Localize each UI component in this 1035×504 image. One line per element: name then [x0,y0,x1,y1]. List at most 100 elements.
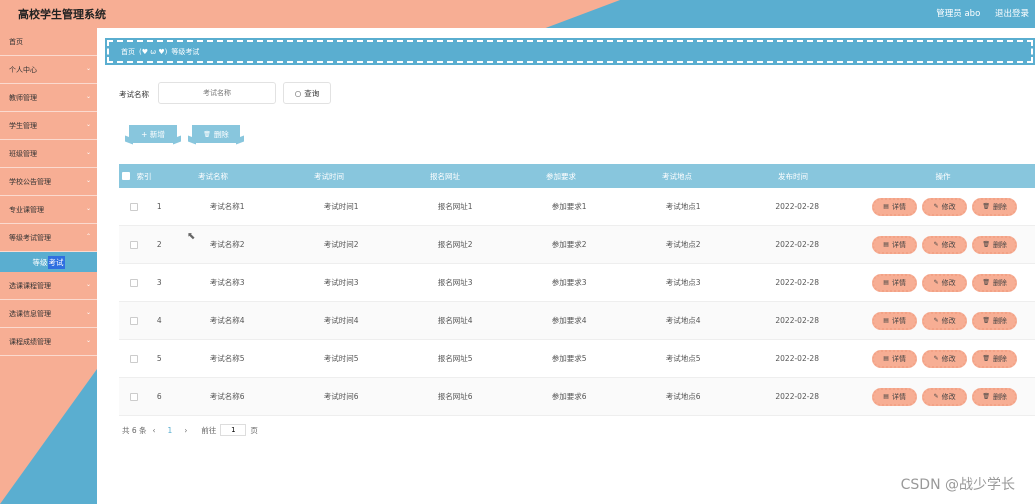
edit-button[interactable]: ✎ 修改 [922,235,968,254]
sidebar-item[interactable]: 班级管理 ⌄ [0,140,97,168]
goto-page-input[interactable] [220,424,247,436]
sidebar-subitem-level-exam[interactable]: 等级 考试 [0,252,97,272]
table-cell: 4 [156,316,162,325]
row-checkbox[interactable] [129,354,138,363]
edit-icon: ✎ [933,355,939,362]
detail-icon: ▤ [883,317,889,324]
detail-label: 详情 [891,278,906,287]
pagination: 共 6 条 ‹ 1 › 前往 页 [122,424,258,436]
sidebar-item-label: 个人中心 [9,65,37,74]
table-cell: 考试名称4 [209,316,245,325]
detail-button[interactable]: ▤ 详情 [872,235,918,254]
detail-button[interactable]: ▤ 详情 [872,273,918,292]
edit-icon: ✎ [933,241,939,248]
edit-label: 修改 [941,392,956,401]
edit-icon: ✎ [933,203,939,210]
table-cell: 2022-02-28 [775,278,819,287]
edit-button[interactable]: ✎ 修改 [922,311,968,330]
mouse-cursor-icon: ⬉ [187,231,196,242]
detail-label: 详情 [891,202,906,211]
detail-button[interactable]: ▤ 详情 [872,197,918,216]
goto-label: 前往 [201,425,217,435]
detail-button[interactable]: ▤ 详情 [872,387,918,406]
delete-button[interactable]: 🗑 删除 [972,273,1018,292]
table-cell: 参加要求2 [551,240,587,249]
search-input[interactable] [158,82,276,104]
sidebar-item[interactable]: 个人中心 ⌄ [0,56,97,84]
edit-icon: ✎ [933,317,939,324]
sidebar-item[interactable]: 专业课管理 ⌄ [0,196,97,224]
table-cell: 考试时间6 [323,392,359,401]
edit-button[interactable]: ✎ 修改 [922,387,968,406]
header-user-area: 管理员 abo 退出登录 [924,7,1029,19]
sidebar-item-label: 选课信息管理 [9,309,51,318]
delete-button[interactable]: 🗑 删除 [972,235,1018,254]
table-cell: 参加要求5 [551,354,587,363]
search-button[interactable]: ○ 查询 [283,82,331,104]
edit-button[interactable]: ✎ 修改 [922,273,968,292]
delete-button[interactable]: 🗑 删除 [972,311,1018,330]
sidebar-item[interactable]: 选课信息管理 ⌄ [0,300,97,328]
row-checkbox[interactable] [129,202,138,211]
edit-label: 修改 [941,354,956,363]
prev-page-button[interactable]: ‹ [153,426,156,435]
batch-delete-button[interactable]: 🗑 删除 [192,125,240,143]
sidebar-item[interactable]: 首页 [0,28,97,56]
select-all-checkbox[interactable] [122,172,130,180]
delete-label: 删除 [992,278,1007,287]
table-cell: 考试时间5 [323,354,359,363]
table-cell: 考试地点6 [665,392,701,401]
chevron-down-icon: ⌄ [85,337,91,344]
table-row: 4 考试名称4 考试时间4 报名网址4 参加要求4 考试地点4 2022-02-28 ▤ 详情 ✎… [119,302,1035,340]
edit-button[interactable]: ✎ 修改 [922,197,968,216]
delete-button[interactable]: 🗑 删除 [972,197,1018,216]
sidebar-item-label: 学校公告管理 [9,177,51,186]
detail-button[interactable]: ▤ 详情 [872,311,918,330]
detail-icon: ▤ [883,355,889,362]
sidebar-decoration [0,369,97,504]
sidebar-item[interactable]: 等级考试管理 ⌃ [0,224,97,252]
breadcrumb-home[interactable]: 首页 [121,47,135,57]
sidebar-item-label: 等级考试管理 [9,233,51,242]
sidebar-item[interactable]: 课程成绩管理 ⌄ [0,328,97,356]
edit-icon: ✎ [933,393,939,400]
delete-button[interactable]: 🗑 删除 [972,349,1018,368]
row-checkbox[interactable] [129,278,138,287]
edit-button[interactable]: ✎ 修改 [922,349,968,368]
sidebar: 首页 个人中心 ⌄ 教师管理 ⌄ 学生管理 ⌄ 班级管理 ⌄ 学校公告管理 ⌄ 专业课管理 ⌄ 等级考试管… [0,28,97,504]
page-number[interactable]: 1 [168,426,173,435]
subitem-highlight: 考试 [47,255,65,269]
logout-link[interactable]: 退出登录 [995,9,1029,19]
column-header: 考试名称 [198,171,228,181]
detail-button[interactable]: ▤ 详情 [872,349,918,368]
column-header: 发布时间 [778,171,808,181]
app-title: 高校学生管理系统 [18,8,106,21]
table-cell: 考试时间1 [323,202,359,211]
admin-user-label[interactable]: 管理员 abo [936,9,980,19]
row-checkbox[interactable] [129,316,138,325]
detail-icon: ▤ [883,203,889,210]
sidebar-item[interactable]: 学生管理 ⌄ [0,112,97,140]
delete-button[interactable]: 🗑 删除 [972,387,1018,406]
sidebar-item-label: 学生管理 [9,121,37,130]
sidebar-item[interactable]: 教师管理 ⌄ [0,84,97,112]
column-header: 索引 [136,171,152,181]
table-cell: 参加要求4 [551,316,587,325]
delete-label: 删除 [992,240,1007,249]
table-cell: 考试时间2 [323,240,359,249]
sidebar-item-label: 专业课管理 [9,205,44,214]
page-unit-label: 页 [250,425,258,435]
sidebar-item[interactable]: 学校公告管理 ⌄ [0,168,97,196]
sidebar-item[interactable]: 选课课程管理 ⌄ [0,272,97,300]
row-checkbox[interactable] [129,240,138,249]
table-cell: 考试名称6 [209,392,245,401]
edit-icon: ✎ [933,279,939,286]
table-cell: 考试地点1 [665,202,701,211]
table-cell: 报名网址2 [437,240,473,249]
detail-icon: ▤ [883,393,889,400]
table-cell: 2022-02-28 [775,240,819,249]
add-button[interactable]: + 新增 [129,125,177,143]
table-cell: 2022-02-28 [775,392,819,401]
next-page-button[interactable]: › [184,426,187,435]
row-checkbox[interactable] [129,392,138,401]
